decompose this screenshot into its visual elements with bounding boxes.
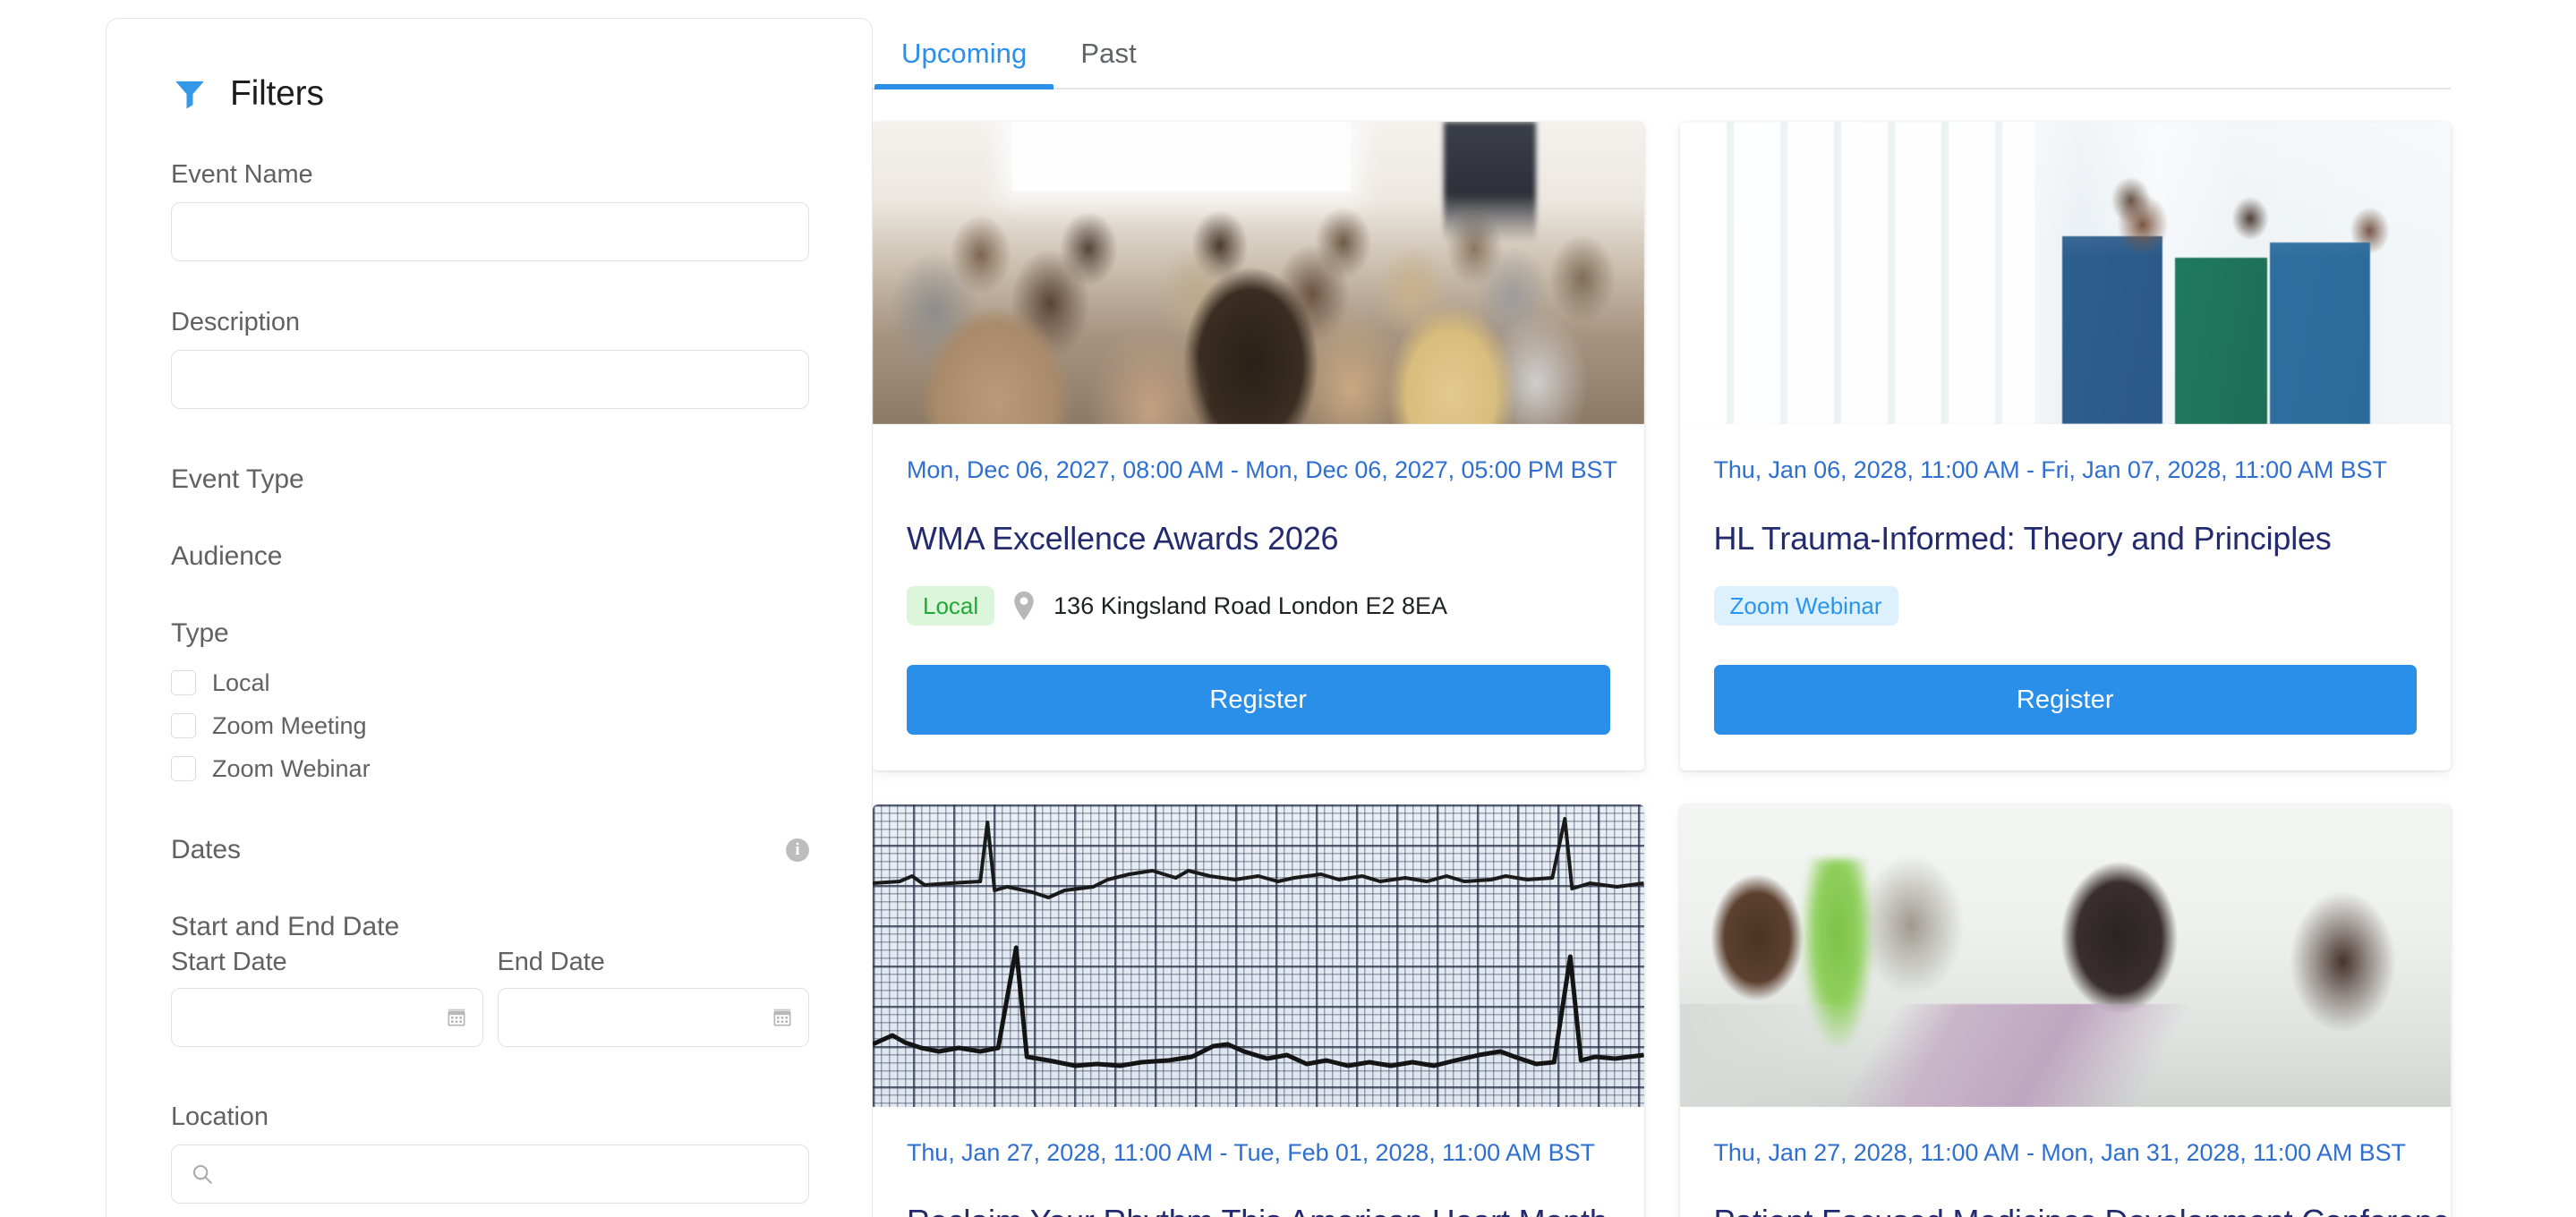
search-icon [191, 1162, 214, 1186]
events-page: Filters Event Name Description Event Typ… [0, 0, 2576, 1217]
event-image-ecg [873, 804, 1644, 1107]
dates-section-header: Dates i [171, 835, 809, 865]
end-date-label: End Date [497, 948, 605, 976]
event-image-team-meeting [1679, 804, 2451, 1107]
event-meta: Zoom Webinar [1713, 583, 2418, 629]
filters-title: Filters [230, 74, 324, 113]
event-title[interactable]: Patient Focused Medicines Development Co… [1714, 1203, 2452, 1217]
type-option-zoom-meeting-label: Zoom Meeting [212, 711, 367, 739]
type-section-label: Type [171, 618, 229, 648]
event-title[interactable]: WMA Excellence Awards 2026 [907, 520, 1610, 557]
event-meta: Local 136 Kingsland Road London E2 8EA [907, 583, 1610, 629]
event-card[interactable]: Thu, Jan 06, 2028, 11:00 AM - Fri, Jan 0… [1679, 122, 2451, 770]
event-title[interactable]: Reclaim Your Rhythm This American Heart … [907, 1203, 1610, 1217]
description-input[interactable] [171, 350, 809, 409]
register-button[interactable]: Register [1713, 665, 2417, 735]
event-card[interactable]: Mon, Dec 06, 2027, 08:00 AM - Mon, Dec 0… [873, 122, 1644, 770]
filters-sidebar: Filters Event Name Description Event Typ… [0, 0, 873, 1217]
event-name-input[interactable] [171, 202, 809, 261]
type-option-zoom-meeting[interactable]: Zoom Meeting [171, 706, 809, 745]
calendar-icon-end[interactable] [772, 1007, 793, 1028]
event-datetime: Thu, Jan 27, 2028, 11:00 AM - Tue, Feb 0… [907, 1139, 1595, 1166]
start-date-group: Start Date [171, 948, 483, 1047]
event-image-conference-audience [873, 122, 1644, 424]
event-name-field-group: Event Name [171, 160, 809, 261]
filters-card: Filters Event Name Description Event Typ… [106, 18, 873, 1217]
location-search-input[interactable] [171, 1145, 809, 1204]
date-range-row: Start Date End Date [171, 948, 809, 1047]
funnel-icon [171, 76, 209, 112]
event-type-section-label[interactable]: Event Type [171, 464, 809, 495]
filters-header: Filters [171, 74, 809, 114]
event-datetime: Thu, Jan 27, 2028, 11:00 AM - Mon, Jan 3… [1713, 1139, 2406, 1166]
dates-section-label: Dates [171, 835, 241, 864]
event-datetime: Thu, Jan 06, 2028, 11:00 AM - Fri, Jan 0… [1713, 456, 2387, 483]
status-badge: Zoom Webinar [1713, 586, 1898, 626]
events-main: Upcoming Past Mon, Dec 06, 2027, 08:00 A… [873, 0, 2576, 1217]
end-date-input[interactable] [497, 988, 809, 1047]
type-section: Type Local Zoom Meeting Zoom Webinar [171, 618, 809, 788]
event-card[interactable]: Thu, Jan 27, 2028, 11:00 AM - Mon, Jan 3… [1679, 804, 2452, 1217]
checkbox-zoom-meeting[interactable] [171, 713, 196, 738]
events-grid: Mon, Dec 06, 2027, 08:00 AM - Mon, Dec 0… [873, 89, 2451, 1217]
event-name-label: Event Name [171, 160, 313, 189]
checkbox-local[interactable] [171, 670, 196, 695]
audience-section-label[interactable]: Audience [171, 541, 809, 572]
start-and-end-date-label: Start and End Date [171, 912, 400, 941]
description-field-group: Description [171, 308, 809, 409]
info-icon[interactable]: i [786, 838, 809, 862]
start-date-label: Start Date [171, 948, 287, 976]
location-field-group: Location [171, 1102, 809, 1204]
event-datetime: Mon, Dec 06, 2027, 08:00 AM - Mon, Dec 0… [907, 456, 1617, 483]
calendar-icon-start[interactable] [446, 1007, 467, 1028]
event-address: 136 Kingsland Road London E2 8EA [1053, 591, 1448, 619]
register-button[interactable]: Register [907, 665, 1610, 735]
type-option-local[interactable]: Local [171, 663, 809, 702]
event-card[interactable]: Thu, Jan 27, 2028, 11:00 AM - Tue, Feb 0… [873, 804, 1644, 1217]
status-badge: Local [907, 586, 995, 626]
checkbox-zoom-webinar[interactable] [171, 756, 196, 781]
map-pin-icon [1012, 591, 1036, 621]
type-option-local-label: Local [212, 668, 270, 696]
type-option-zoom-webinar[interactable]: Zoom Webinar [171, 749, 809, 788]
tab-past[interactable]: Past [1053, 38, 1163, 88]
location-label: Location [171, 1102, 269, 1131]
end-date-group: End Date [497, 948, 809, 1047]
start-date-input[interactable] [171, 988, 483, 1047]
event-title[interactable]: HL Trauma-Informed: Theory and Principle… [1714, 520, 2418, 557]
description-label: Description [171, 308, 300, 336]
events-tabs: Upcoming Past [873, 21, 2451, 89]
type-option-zoom-webinar-label: Zoom Webinar [212, 754, 371, 782]
tab-upcoming[interactable]: Upcoming [874, 38, 1054, 89]
event-image-clinicians [1679, 122, 2451, 424]
